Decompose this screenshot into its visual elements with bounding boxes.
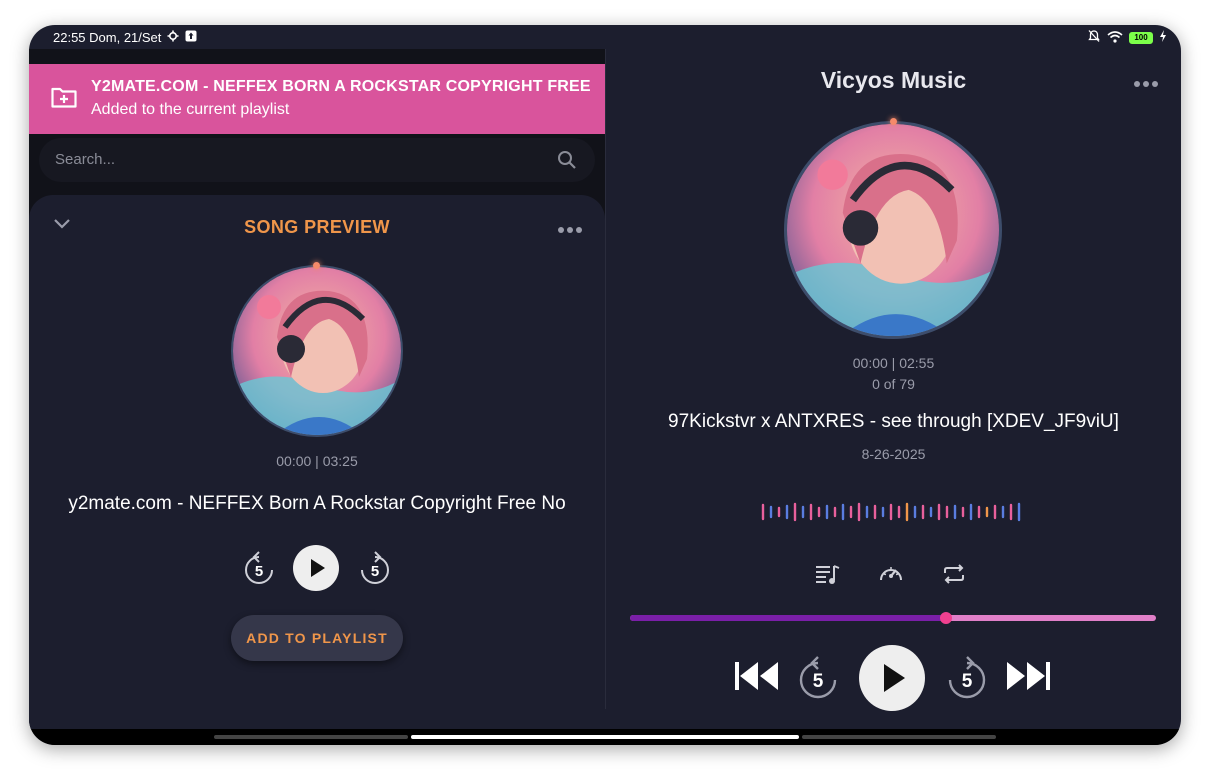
- preview-controls: 5 5: [241, 545, 393, 593]
- play-large-icon: [884, 664, 905, 692]
- notification-title: Y2MATE.COM - NEFFEX BORN A ROCKSTAR COPY…: [91, 78, 591, 95]
- waveform-visualizer: [761, 502, 1021, 522]
- player-more-icon[interactable]: [1133, 75, 1159, 93]
- home-indicator[interactable]: [411, 735, 799, 739]
- song-preview-panel: SONG PREVIEW 00:00 | 03:25 y2mate.com - …: [29, 195, 605, 729]
- notification-subtitle: Added to the current playlist: [91, 101, 290, 118]
- forward-5-large-button[interactable]: 5: [945, 653, 989, 708]
- seek-bar[interactable]: [630, 612, 1156, 624]
- seek-bar-thumb[interactable]: [939, 612, 952, 624]
- battery-icon: 100: [1129, 31, 1153, 44]
- forward-large-seconds-label: 5: [962, 671, 973, 692]
- preview-time: 00:00 | 03:25: [276, 453, 358, 469]
- search-input[interactable]: Search...: [39, 138, 595, 182]
- system-nav-bar: [29, 729, 1181, 745]
- rewind-5-button[interactable]: 5: [241, 549, 277, 589]
- art-indicator-dot: [313, 262, 320, 269]
- track-count: 0 of 79: [872, 376, 915, 392]
- seek-bar-fill: [630, 615, 946, 621]
- preview-play-button[interactable]: [293, 545, 339, 591]
- status-time: 22:55 Dom, 21/Set: [53, 30, 162, 45]
- more-options-icon[interactable]: [557, 221, 583, 239]
- skip-previous-button[interactable]: [734, 660, 780, 697]
- upload-icon: [185, 30, 197, 45]
- search-placeholder: Search...: [55, 151, 116, 168]
- player-time: 00:00 | 02:55: [852, 355, 935, 371]
- status-bar: 22:55 Dom, 21/Set 100: [29, 25, 1181, 49]
- now-playing-indicator-dot: [890, 118, 897, 125]
- left-pane: Y2MATE.COM - NEFFEX BORN A ROCKSTAR COPY…: [29, 49, 605, 729]
- wifi-icon: [1107, 30, 1123, 46]
- rewind-5-large-button[interactable]: 5: [796, 653, 840, 708]
- folder-add-icon: [51, 86, 77, 113]
- status-left: 22:55 Dom, 21/Set: [53, 30, 197, 45]
- app-title: Vicyos Music: [820, 67, 967, 93]
- rewind-large-seconds-label: 5: [813, 671, 824, 692]
- forward-seconds-label: 5: [371, 563, 379, 580]
- status-right: 100: [1087, 29, 1167, 46]
- add-to-playlist-button[interactable]: ADD TO PLAYLIST: [231, 615, 403, 661]
- album-art: [231, 265, 403, 437]
- charging-icon: [1159, 30, 1167, 45]
- preview-title: SONG PREVIEW: [244, 217, 390, 237]
- skip-next-button[interactable]: [1005, 660, 1051, 697]
- bell-off-icon: [1087, 29, 1101, 46]
- speed-gauge-icon[interactable]: [878, 562, 904, 591]
- device-screen: 22:55 Dom, 21/Set 100 Y2MATE.COM - NEFFE…: [29, 25, 1181, 745]
- nav-line-left: [214, 735, 408, 739]
- gear-icon: [167, 30, 179, 45]
- playlist-icon[interactable]: [815, 562, 841, 591]
- playlist-notification[interactable]: Y2MATE.COM - NEFFEX BORN A ROCKSTAR COPY…: [29, 64, 605, 134]
- preview-song-name: y2mate.com - NEFFEX Born A Rockstar Copy…: [68, 493, 566, 514]
- main-play-button[interactable]: [859, 645, 925, 711]
- now-playing-album-art: [784, 121, 1002, 339]
- search-icon[interactable]: [557, 150, 577, 174]
- nav-line-right: [802, 735, 996, 739]
- forward-5-button[interactable]: 5: [357, 549, 393, 589]
- play-icon: [311, 559, 325, 577]
- now-playing-title: 97Kickstvr x ANTXRES - see through [XDEV…: [668, 411, 1119, 432]
- rewind-seconds-label: 5: [255, 563, 263, 580]
- repeat-icon[interactable]: [941, 562, 967, 591]
- now-playing-date: 8-26-2025: [861, 446, 926, 462]
